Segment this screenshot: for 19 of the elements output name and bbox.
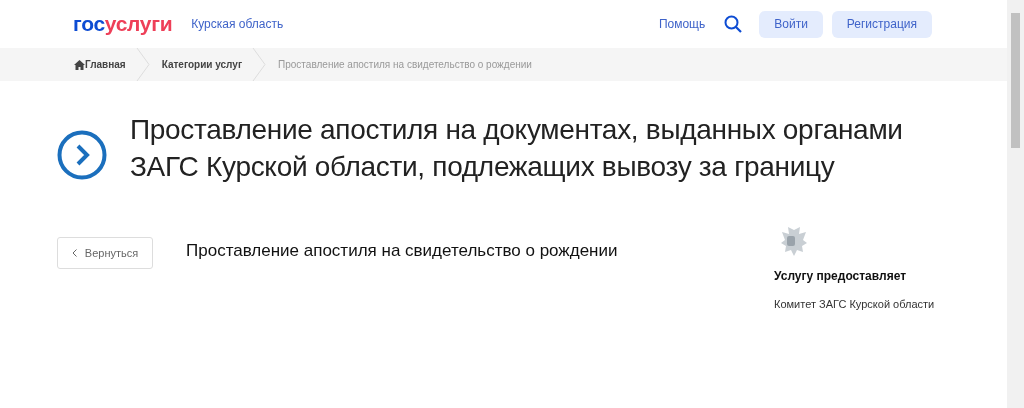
service-title: Проставление апостиля на свидетельство о рождении (186, 241, 619, 262)
register-button[interactable]: Регистрация (831, 10, 932, 38)
help-link[interactable]: Помощь (658, 17, 706, 31)
provider-name: Комитет ЗАГС Курской области (774, 298, 935, 310)
provider-heading: Услугу предоставляет (774, 269, 908, 283)
chevron-circle-icon (57, 130, 107, 180)
scrollbar-thumb[interactable] (1011, 13, 1020, 148)
page-title: Проставление апостиля на документах, выданных органами ЗАГС Курской области, подлежащих вывозу за границу (130, 113, 904, 184)
chevron-left-icon (71, 249, 77, 257)
region-label[interactable]: Курская область (191, 17, 284, 31)
breadcrumb-separator-icon (135, 48, 150, 81)
login-button[interactable]: Войти (759, 10, 823, 38)
logo-wordmark[interactable]: госуслуги (73, 12, 173, 36)
back-button[interactable]: Вернуться (57, 237, 153, 269)
home-icon (74, 59, 85, 70)
breadcrumb-link[interactable]: Главная (85, 59, 126, 70)
breadcrumb-separator-icon (252, 48, 267, 81)
breadcrumb-link[interactable]: Категории услуг (161, 59, 243, 70)
search-icon[interactable] (724, 15, 743, 33)
